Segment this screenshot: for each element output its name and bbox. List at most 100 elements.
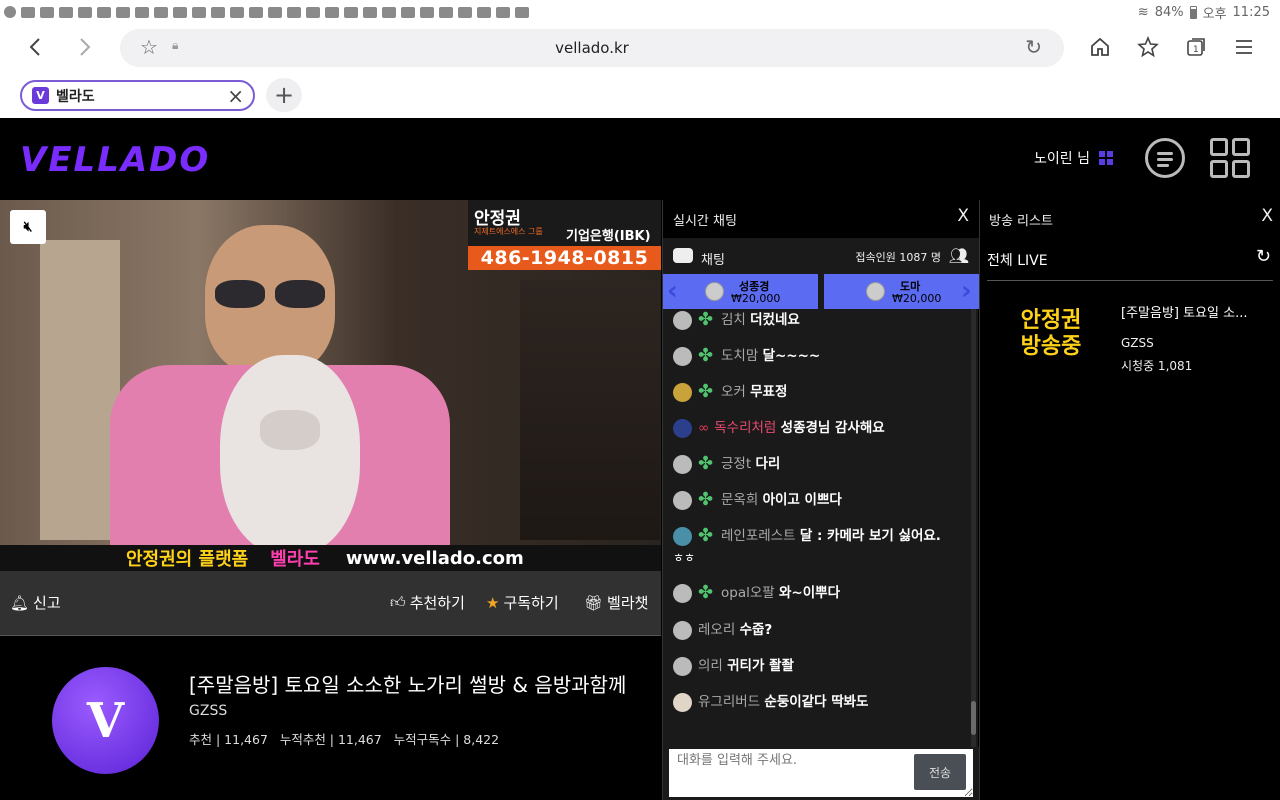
chat-text: 귀티가 좔좔 <box>727 658 794 674</box>
youtube-icon <box>40 6 54 18</box>
app-icon <box>230 6 244 18</box>
chat-message: ✤ 김치 더컸네요 <box>673 309 969 331</box>
ad-sub: 지제트에스에스 그룹 <box>474 227 543 236</box>
chat-input-area: 전송 <box>663 747 979 800</box>
chat-nick[interactable]: 도치맘 <box>721 348 758 364</box>
refresh-icon[interactable]: ↻ <box>1256 246 1271 267</box>
donation-ticker: 성종경 ₩20,000 도마 ₩20,000 ‹ › <box>663 274 979 309</box>
chat-text: 더컸네요 <box>750 312 800 328</box>
url-text[interactable]: vellado.kr <box>120 39 1064 57</box>
gmail-icon <box>268 6 282 18</box>
chat-nick[interactable]: 레인포레스트 <box>721 528 796 544</box>
tab-vellado[interactable]: V 벨라도 × <box>20 80 255 111</box>
streamer-name[interactable]: GZSS <box>189 703 227 719</box>
chat-nick[interactable]: 독수리처럼 <box>714 420 776 436</box>
clover-badge-icon: ✤ <box>698 525 714 546</box>
menu-icon[interactable] <box>1231 34 1257 60</box>
subscribe-button[interactable]: ★ 구독하기 <box>486 592 559 613</box>
all-live-label[interactable]: 전체 LIVE <box>987 250 1048 270</box>
ad-phone: 486-1948-0815 <box>468 246 661 270</box>
youtube-icon <box>97 6 111 18</box>
chat-nick[interactable]: 유그리버드 <box>698 694 760 710</box>
viewer-count: 접속인원 1087 명 <box>855 251 941 264</box>
tabs-icon[interactable]: 1 <box>1183 34 1209 60</box>
donation-item[interactable]: 성종경 ₩20,000 <box>663 274 818 309</box>
message-icon[interactable] <box>1145 138 1185 178</box>
user-avatar <box>673 382 692 402</box>
chat-text: 다리 <box>755 456 781 472</box>
user-name[interactable]: 노이린 님 <box>1034 148 1090 168</box>
chat-nick[interactable]: 오커 <box>721 384 746 400</box>
recommend-button[interactable]: 👍︎ 추천하기 <box>390 592 465 613</box>
gmail-icon <box>325 6 339 18</box>
chat-scrollbar[interactable] <box>971 309 976 747</box>
ad-bank: 기업은행(IBK) <box>566 229 651 244</box>
chevron-left-icon[interactable]: ‹ <box>667 276 678 306</box>
chat-subheader: 채팅 접속인원 1087 명 👥︎ <box>663 238 979 274</box>
chat-panel: 실시간 채팅 X 채팅 접속인원 1087 명 👥︎ 성종경 ₩20,000 도… <box>662 200 979 800</box>
bookmarks-icon[interactable] <box>1135 34 1161 60</box>
chat-nick[interactable]: 김치 <box>721 312 746 328</box>
broadcast-list-close-button[interactable]: X <box>1261 206 1273 226</box>
youtube-icon <box>78 6 92 18</box>
donation-item[interactable]: 도마 ₩20,000 <box>824 274 979 309</box>
vellachat-button[interactable]: 🎁︎ 벨라챗 <box>584 592 648 613</box>
chat-message: 유그리버드 순둥이같다 딱봐도 <box>673 691 969 713</box>
report-button[interactable]: 🔔︎ 신고 <box>10 592 61 613</box>
banner-text-b: 벨라도 <box>270 549 320 570</box>
bike-badge-icon: ∞ <box>698 420 710 436</box>
user-avatar <box>673 620 692 640</box>
chat-message-list[interactable]: ✤ 김치 더컸네요 ✤ 도치맘 달~~~~ ✤ 오커 무표정 ∞ 독수리처럼 성종경님 … <box>663 309 969 747</box>
chat-message: ✤ opal오팔 와~이뿌다 <box>673 582 969 604</box>
reload-icon[interactable]: ↻ <box>1025 35 1042 59</box>
vellado-logo[interactable]: VELLADO <box>20 140 210 180</box>
send-button[interactable]: 전송 <box>914 754 966 790</box>
gmail-icon <box>344 6 358 18</box>
streamer-avatar[interactable]: V <box>52 667 159 774</box>
donation-amount: ₩20,000 <box>892 292 942 305</box>
chat-nick[interactable]: 문옥희 <box>721 492 758 508</box>
scrollbar-thumb[interactable] <box>971 701 976 735</box>
clover-badge-icon: ✤ <box>698 453 714 474</box>
chat-text: 달 : 카메라 보기 싫어요. <box>799 528 941 544</box>
apps-grid-icon[interactable] <box>1210 138 1250 178</box>
gmail-icon <box>477 6 491 18</box>
chat-nick[interactable]: 레오리 <box>698 622 735 638</box>
news-icon <box>287 6 301 18</box>
clover-badge-icon: ✤ <box>698 309 714 330</box>
new-tab-button[interactable]: + <box>266 78 302 112</box>
user-avatar <box>673 692 692 712</box>
home-icon[interactable] <box>1087 34 1113 60</box>
chat-close-button[interactable]: X <box>957 206 969 226</box>
subscribe-label: 구독하기 <box>503 594 559 612</box>
address-bar[interactable]: ☆ 🔒︎ vellado.kr ↻ <box>120 29 1064 67</box>
tab-close-icon[interactable]: × <box>227 84 244 108</box>
youtube-icon <box>59 6 73 18</box>
thumb-line1: 안정권 <box>1020 308 1082 333</box>
chat-text: 무표정 <box>750 384 788 400</box>
chat-nick[interactable]: 긍정t <box>721 456 751 472</box>
chat-header: 실시간 채팅 X <box>663 200 979 238</box>
flipboard-icon <box>192 6 206 18</box>
tab-title: 벨라도 <box>56 88 95 105</box>
back-icon[interactable] <box>22 34 48 60</box>
donation-amount: ₩20,000 <box>731 292 781 305</box>
donor-avatar <box>866 282 885 301</box>
broadcast-item-title[interactable]: [주말음방] 토요일 소... <box>1121 302 1261 321</box>
chat-message: ✤ 긍정t 다리 <box>673 453 969 475</box>
user-menu-icon[interactable] <box>1099 151 1113 165</box>
broadcast-thumbnail[interactable]: 안정권 방송중 <box>1018 308 1084 364</box>
notification-icons <box>0 6 529 18</box>
chevron-right-icon[interactable]: › <box>961 276 972 306</box>
gmail-icon <box>401 6 415 18</box>
donor-avatar <box>705 282 724 301</box>
stream-info: V [주말음방] 토요일 소소한 노가리 썰방 & 음방과함께 GZSS 추천 … <box>0 637 661 800</box>
chat-bubble-icon <box>673 248 693 263</box>
mute-icon[interactable]: 🔇︎ <box>10 210 46 244</box>
chat-title: 실시간 채팅 <box>673 214 737 229</box>
users-icon[interactable]: 👥︎ <box>949 246 969 265</box>
chat-nick[interactable]: opal오팔 <box>721 585 775 601</box>
chat-nick[interactable]: 의리 <box>698 658 723 674</box>
chat-message: ✤ 도치맘 달~~~~ <box>673 345 969 367</box>
forward-icon[interactable] <box>72 34 98 60</box>
